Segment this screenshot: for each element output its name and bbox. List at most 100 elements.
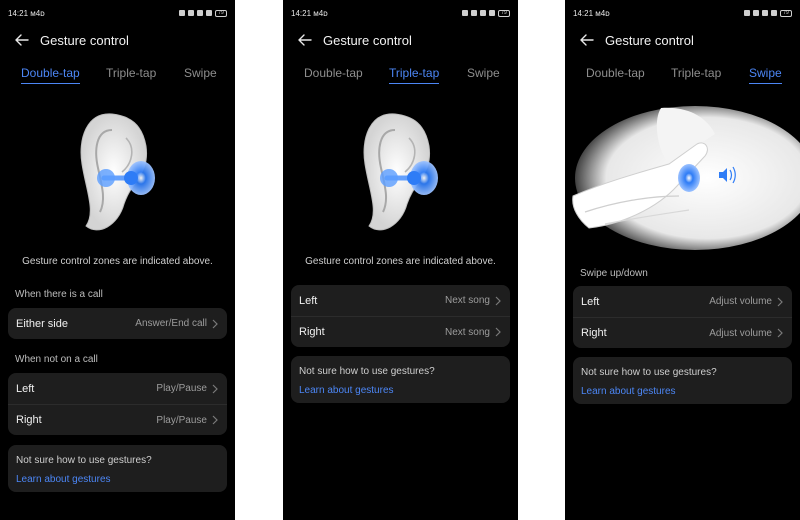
help-title: Not sure how to use gestures? <box>16 455 152 466</box>
ear-earbud-illustration <box>80 113 155 231</box>
help-card: Not sure how to use gestures? Learn abou… <box>291 356 510 403</box>
alarm-icon <box>480 10 486 16</box>
battery-icon: 79 <box>215 9 227 17</box>
phone-screen-double-tap: 14:21 ᴍ4ᴅ 79 Gesture control Double-tap … <box>0 0 235 520</box>
gesture-tabs: Double-tap Triple-tap Swipe <box>0 66 235 88</box>
help-title: Not sure how to use gestures? <box>581 367 717 378</box>
chevron-right-icon <box>212 415 218 425</box>
status-time: 14:21 <box>291 8 312 18</box>
status-indicator: ᴍ4ᴅ <box>313 8 328 18</box>
gesture-hint: Gesture control zones are indicated abov… <box>305 256 496 267</box>
help-card: Not sure how to use gestures? Learn abou… <box>573 357 792 404</box>
status-indicator: ᴍ4ᴅ <box>595 8 610 18</box>
chevron-right-icon <box>495 327 501 337</box>
status-bar: 14:21 ᴍ4ᴅ 79 <box>573 7 792 19</box>
tab-triple-tap[interactable]: Triple-tap <box>106 66 156 80</box>
finger-swipe-illustration <box>572 106 800 250</box>
nfc-icon <box>179 10 185 16</box>
right-row[interactable]: Right Adjust volume <box>573 317 792 348</box>
row-value: Adjust volume <box>709 296 772 307</box>
vibrate-icon <box>188 10 194 16</box>
chevron-right-icon <box>212 384 218 393</box>
page-title: Gesture control <box>40 32 129 48</box>
row-value: Play/Pause <box>156 383 207 394</box>
help-title: Not sure how to use gestures? <box>299 366 435 377</box>
right-row[interactable]: Right Play/Pause <box>8 404 227 435</box>
left-row[interactable]: Left Play/Pause <box>8 373 227 404</box>
nfc-icon <box>744 10 750 16</box>
signal-icon <box>206 10 212 16</box>
learn-about-gestures-link[interactable]: Learn about gestures <box>573 378 684 397</box>
status-icons: 79 <box>744 9 792 17</box>
header: Gesture control <box>297 30 508 50</box>
chevron-right-icon <box>777 297 783 306</box>
chevron-right-icon <box>777 328 783 338</box>
row-label: Left <box>299 294 318 307</box>
tab-swipe[interactable]: Swipe <box>467 66 500 80</box>
page-title: Gesture control <box>323 32 412 48</box>
arrow-left-icon[interactable] <box>297 32 313 48</box>
status-indicator: ᴍ4ᴅ <box>30 8 45 18</box>
chevron-right-icon <box>212 319 218 328</box>
page-title: Gesture control <box>605 32 694 48</box>
section-label-call: When there is a call <box>15 289 103 300</box>
row-label: Either side <box>16 317 68 330</box>
status-bar: 14:21 ᴍ4ᴅ 79 <box>291 7 510 19</box>
signal-icon <box>489 10 495 16</box>
status-bar: 14:21 ᴍ4ᴅ 79 <box>8 7 227 19</box>
learn-about-gestures-link[interactable]: Learn about gestures <box>8 466 119 485</box>
tab-double-tap[interactable]: Double-tap <box>21 66 80 84</box>
row-label: Right <box>299 326 325 338</box>
alarm-icon <box>762 10 768 16</box>
right-row[interactable]: Right Next song <box>291 316 510 347</box>
nfc-icon <box>462 10 468 16</box>
gesture-hint: Gesture control zones are indicated abov… <box>22 256 213 267</box>
learn-about-gestures-link[interactable]: Learn about gestures <box>291 377 402 396</box>
header: Gesture control <box>14 30 225 50</box>
tab-triple-tap[interactable]: Triple-tap <box>671 66 721 80</box>
section-label-swipe: Swipe up/down <box>580 268 648 279</box>
row-label: Left <box>16 382 35 395</box>
tab-double-tap[interactable]: Double-tap <box>586 66 645 80</box>
row-label: Left <box>581 295 600 308</box>
tab-swipe[interactable]: Swipe <box>184 66 217 80</box>
header: Gesture control <box>579 30 790 50</box>
status-time: 14:21 <box>573 8 594 18</box>
status-time: 14:21 <box>8 8 29 18</box>
call-card: Either side Answer/End call <box>8 308 227 339</box>
tab-triple-tap[interactable]: Triple-tap <box>389 66 440 84</box>
left-row[interactable]: Left Adjust volume <box>573 286 792 317</box>
row-value: Play/Pause <box>156 414 207 426</box>
row-value: Adjust volume <box>709 327 772 339</box>
tab-swipe[interactable]: Swipe <box>749 66 782 84</box>
call-either-side-row[interactable]: Either side Answer/End call <box>8 308 227 339</box>
battery-icon: 79 <box>780 9 792 17</box>
arrow-left-icon[interactable] <box>14 32 30 48</box>
left-row[interactable]: Left Next song <box>291 285 510 316</box>
status-icons: 79 <box>462 9 510 17</box>
signal-icon <box>771 10 777 16</box>
tab-double-tap[interactable]: Double-tap <box>304 66 363 80</box>
gesture-tabs: Double-tap Triple-tap Swipe <box>283 66 518 88</box>
gesture-tabs: Double-tap Triple-tap Swipe <box>565 66 800 88</box>
ear-earbud-illustration <box>363 113 438 231</box>
swipe-card: Left Adjust volume Right Adjust volume <box>573 286 792 348</box>
row-value: Next song <box>444 326 490 338</box>
row-value: Next song <box>444 295 490 306</box>
chevron-right-icon <box>495 296 501 305</box>
section-label-no-call: When not on a call <box>15 354 98 365</box>
help-card: Not sure how to use gestures? Learn abou… <box>8 445 227 492</box>
arrow-left-icon[interactable] <box>579 32 595 48</box>
alarm-icon <box>197 10 203 16</box>
battery-icon: 79 <box>498 9 510 17</box>
vibrate-icon <box>471 10 477 16</box>
row-label: Right <box>581 327 607 339</box>
row-value: Answer/End call <box>135 318 207 329</box>
no-call-card: Left Play/Pause Right Play/Pause <box>8 373 227 435</box>
phone-screen-triple-tap: 14:21 ᴍ4ᴅ 79 Gesture control Double-tap … <box>283 0 518 520</box>
vibrate-icon <box>753 10 759 16</box>
phone-screen-swipe: 14:21 ᴍ4ᴅ 79 Gesture control Double-tap … <box>565 0 800 520</box>
triple-tap-card: Left Next song Right Next song <box>291 285 510 347</box>
status-icons: 79 <box>179 9 227 17</box>
row-label: Right <box>16 414 42 426</box>
